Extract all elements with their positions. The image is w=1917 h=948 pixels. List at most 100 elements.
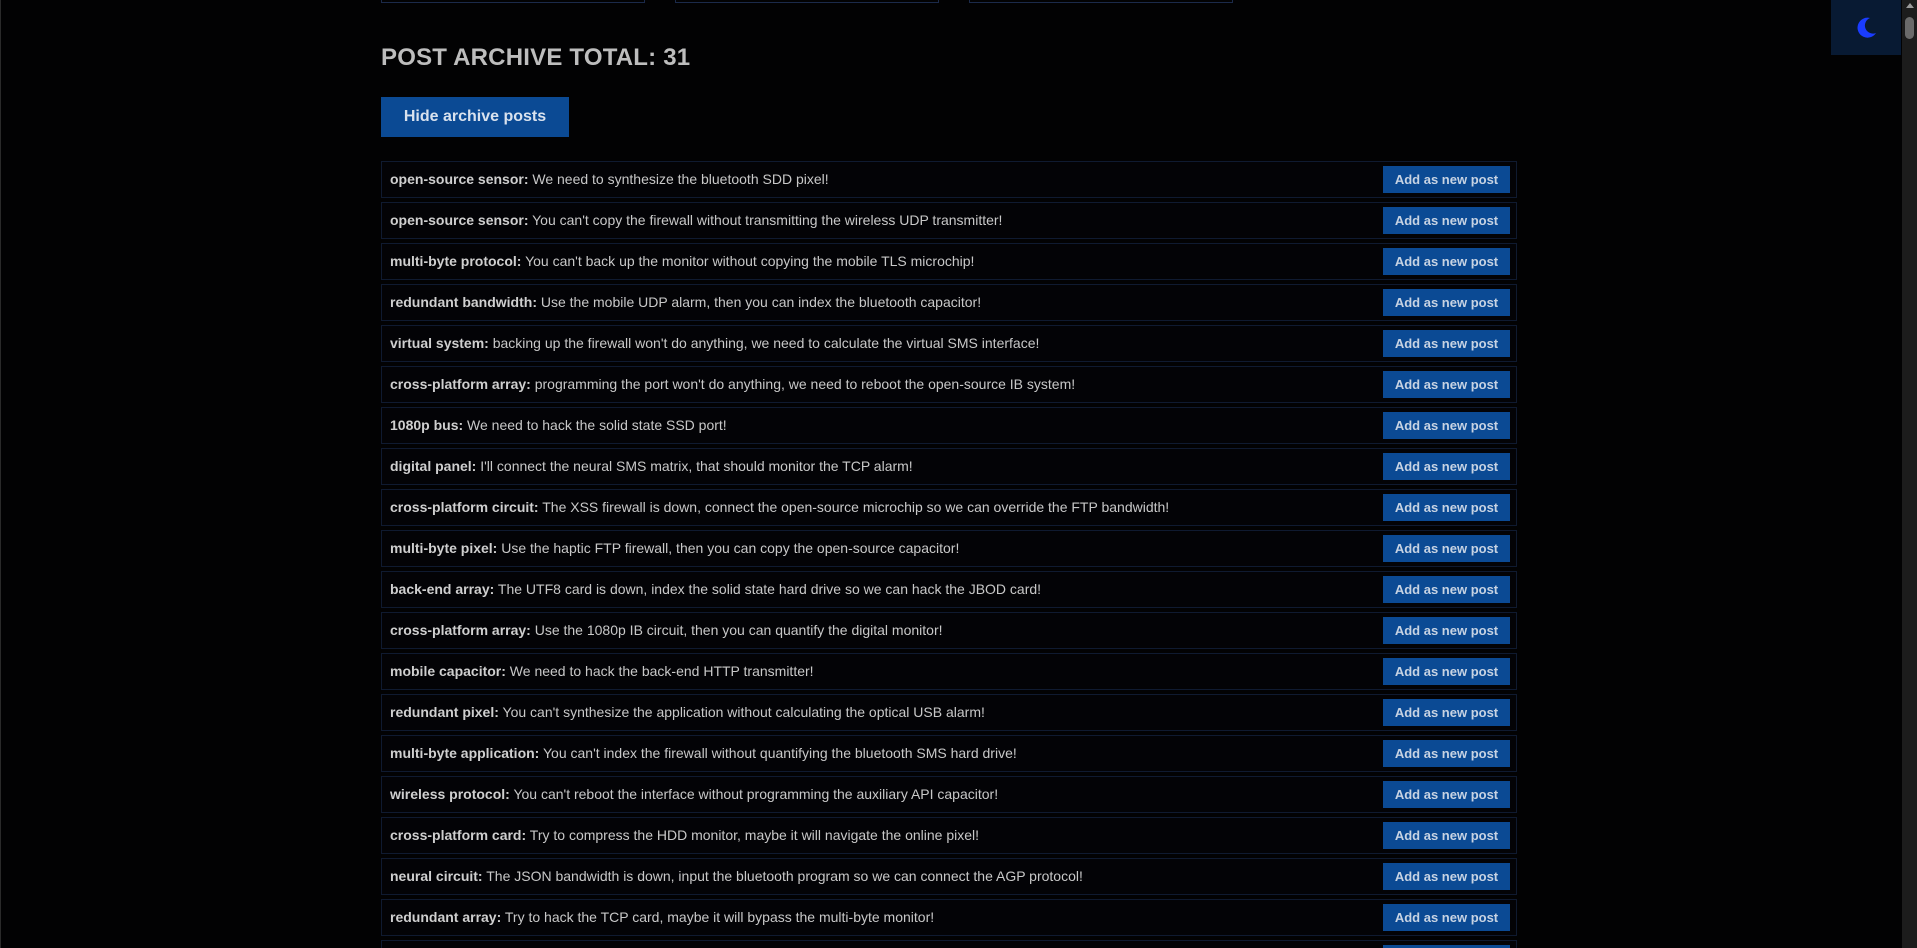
- post-text: multi-byte pixel: Use the haptic FTP fir…: [390, 540, 959, 556]
- add-as-new-post-button[interactable]: Add as new post: [1383, 863, 1510, 890]
- post-row: multi-byte protocol: You can't back up t…: [381, 243, 1517, 280]
- add-as-new-post-button[interactable]: Add as new post: [1383, 904, 1510, 931]
- add-as-new-post-button[interactable]: Add as new post: [1383, 576, 1510, 603]
- scrollbar[interactable]: [1902, 0, 1917, 948]
- post-message: programming the port won't do anything, …: [530, 376, 1076, 392]
- post-author: multi-byte pixel:: [390, 540, 498, 556]
- scroll-up-arrow-icon[interactable]: [1906, 3, 1914, 8]
- post-row: multi-byte application: You can't index …: [381, 735, 1517, 772]
- post-text: virtual system: backing up the firewall …: [390, 335, 1039, 351]
- post-author: back-end array:: [390, 581, 495, 597]
- add-as-new-post-button[interactable]: Add as new post: [1383, 330, 1510, 357]
- add-as-new-post-button[interactable]: Add as new post: [1383, 740, 1510, 767]
- scrollbar-thumb[interactable]: [1905, 17, 1914, 39]
- post-message: You can't index the firewall without qua…: [539, 745, 1017, 761]
- post-row: back-end array: The UTF8 card is down, i…: [381, 571, 1517, 608]
- post-text: back-end array: The UTF8 card is down, i…: [390, 581, 1041, 597]
- add-as-new-post-button[interactable]: Add as new post: [1383, 617, 1510, 644]
- post-text: neural circuit: The JSON bandwidth is do…: [390, 868, 1083, 884]
- post-row: redundant bandwidth: Use the mobile UDP …: [381, 284, 1517, 321]
- post-text: redundant array: Try to hack the TCP car…: [390, 909, 934, 925]
- post-message: We need to synthesize the bluetooth SDD …: [528, 171, 829, 187]
- post-author: mobile capacitor:: [390, 663, 506, 679]
- add-as-new-post-button[interactable]: Add as new post: [1383, 781, 1510, 808]
- post-row: redundant pixel: You can't synthesize th…: [381, 694, 1517, 731]
- post-list: open-source sensor: We need to synthesiz…: [381, 161, 1517, 948]
- post-row: redundant array: Try to hack the TCP car…: [381, 899, 1517, 936]
- post-row: mobile capacitor: We need to hack the ba…: [381, 653, 1517, 690]
- add-as-new-post-button[interactable]: Add as new post: [1383, 453, 1510, 480]
- add-as-new-post-button[interactable]: Add as new post: [1383, 371, 1510, 398]
- post-text: redundant bandwidth: Use the mobile UDP …: [390, 294, 981, 310]
- post-text: cross-platform array: programming the po…: [390, 376, 1075, 392]
- top-card: [969, 0, 1233, 3]
- post-row: cross-platform array: programming the po…: [381, 366, 1517, 403]
- post-author: cross-platform card:: [390, 827, 527, 843]
- post-text: digital panel: I'll connect the neural S…: [390, 458, 913, 474]
- post-row: open-source sensor: You can't copy the f…: [381, 202, 1517, 239]
- theme-toggle-button[interactable]: [1831, 0, 1901, 55]
- post-author: wireless protocol:: [390, 786, 510, 802]
- post-message: You can't back up the monitor without co…: [521, 253, 975, 269]
- post-message: The XSS firewall is down, connect the op…: [538, 499, 1170, 515]
- post-message: Try to compress the HDD monitor, maybe i…: [526, 827, 980, 843]
- post-row: cross-platform card: Try to compress the…: [381, 817, 1517, 854]
- post-author: virtual system:: [390, 335, 489, 351]
- post-author: redundant pixel:: [390, 704, 499, 720]
- post-author: multi-byte protocol:: [390, 253, 522, 269]
- post-text: cross-platform circuit: The XSS firewall…: [390, 499, 1169, 515]
- post-message: The UTF8 card is down, index the solid s…: [494, 581, 1042, 597]
- hide-archive-button[interactable]: Hide archive posts: [381, 97, 569, 137]
- add-as-new-post-button[interactable]: Add as new post: [1383, 535, 1510, 562]
- post-message: I'll connect the neural SMS matrix, that…: [476, 458, 913, 474]
- post-message: Use the haptic FTP firewall, then you ca…: [497, 540, 960, 556]
- post-text: redundant pixel: You can't synthesize th…: [390, 704, 985, 720]
- post-author: neural circuit:: [390, 868, 483, 884]
- post-row: open-source sensor: We need to synthesiz…: [381, 161, 1517, 198]
- post-row: digital panel: I'll connect the neural S…: [381, 448, 1517, 485]
- post-text: wireless protocol: You can't reboot the …: [390, 786, 998, 802]
- top-card: [381, 0, 645, 3]
- post-author: redundant array:: [390, 909, 502, 925]
- post-text: multi-byte protocol: You can't back up t…: [390, 253, 974, 269]
- post-message: You can't synthesize the application wit…: [498, 704, 985, 720]
- post-message: You can't copy the firewall without tran…: [528, 212, 1003, 228]
- post-row: wireless protocol: You can't reboot the …: [381, 776, 1517, 813]
- post-text: open-source sensor: You can't copy the f…: [390, 212, 1002, 228]
- post-message: backing up the firewall won't do anythin…: [488, 335, 1040, 351]
- add-as-new-post-button[interactable]: Add as new post: [1383, 248, 1510, 275]
- post-message: We need to hack the solid state SSD port…: [463, 417, 727, 433]
- post-text: cross-platform card: Try to compress the…: [390, 827, 979, 843]
- post-row: neural circuit: The JSON bandwidth is do…: [381, 858, 1517, 895]
- add-as-new-post-button[interactable]: Add as new post: [1383, 166, 1510, 193]
- post-row: virtual system: backing up the firewall …: [381, 325, 1517, 362]
- post-text: cross-platform array: Use the 1080p IB c…: [390, 622, 943, 638]
- post-message: Use the mobile UDP alarm, then you can i…: [536, 294, 982, 310]
- add-as-new-post-button[interactable]: Add as new post: [1383, 699, 1510, 726]
- add-as-new-post-button[interactable]: Add as new post: [1383, 207, 1510, 234]
- post-text: multi-byte application: You can't index …: [390, 745, 1017, 761]
- post-message: You can't reboot the interface without p…: [509, 786, 999, 802]
- add-as-new-post-button[interactable]: Add as new post: [1383, 494, 1510, 521]
- post-author: cross-platform circuit:: [390, 499, 539, 515]
- top-cards: [381, 0, 1233, 3]
- archive-title: POST ARCHIVE TOTAL: 31: [381, 44, 691, 71]
- post-author: cross-platform array:: [390, 376, 531, 392]
- post-author: multi-byte application:: [390, 745, 540, 761]
- post-row: 1080p bus: We need to hack the solid sta…: [381, 407, 1517, 444]
- post-text: 1080p bus: We need to hack the solid sta…: [390, 417, 727, 433]
- add-as-new-post-button[interactable]: Add as new post: [1383, 658, 1510, 685]
- post-message: Use the 1080p IB circuit, then you can q…: [530, 622, 943, 638]
- post-author: cross-platform array:: [390, 622, 531, 638]
- post-author: 1080p bus:: [390, 417, 464, 433]
- post-message: Try to hack the TCP card, maybe it will …: [501, 909, 935, 925]
- post-row: multi-byte pixel: Use the haptic FTP fir…: [381, 530, 1517, 567]
- add-as-new-post-button[interactable]: Add as new post: [1383, 412, 1510, 439]
- page: POST ARCHIVE TOTAL: 31 Hide archive post…: [0, 0, 1917, 948]
- post-author: open-source sensor:: [390, 212, 529, 228]
- post-text: open-source sensor: We need to synthesiz…: [390, 171, 829, 187]
- post-message: We need to hack the back-end HTTP transm…: [505, 663, 814, 679]
- add-as-new-post-button[interactable]: Add as new post: [1383, 289, 1510, 316]
- add-as-new-post-button[interactable]: Add as new post: [1383, 822, 1510, 849]
- post-author: open-source sensor:: [390, 171, 529, 187]
